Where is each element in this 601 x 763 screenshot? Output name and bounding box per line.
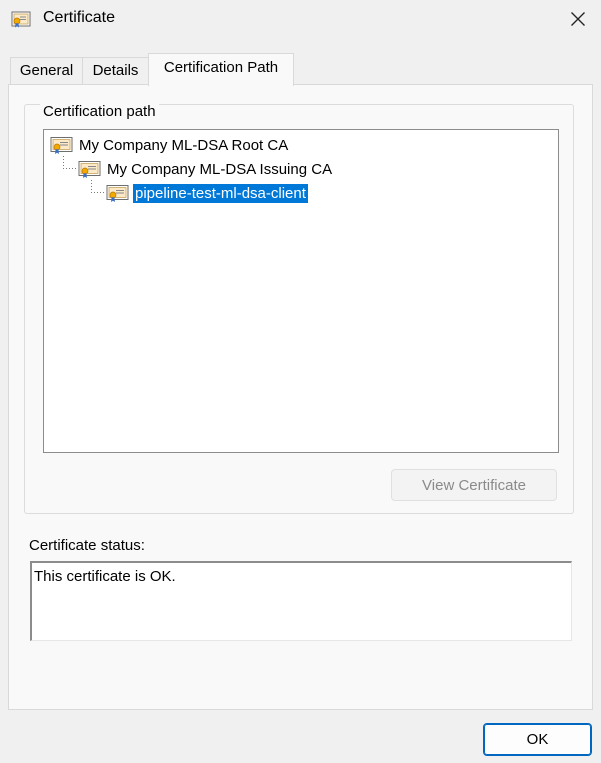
tree-node-label: My Company ML-DSA Root CA — [79, 136, 289, 154]
certificate-icon — [11, 11, 31, 28]
window-title: Certificate — [43, 9, 116, 26]
tree-node-label-selected: pipeline-test-ml-dsa-client — [133, 183, 308, 203]
certificate-status-box: This certificate is OK. — [30, 561, 572, 641]
tree-node-issuing-ca[interactable]: My Company ML-DSA Issuing CA — [78, 158, 334, 180]
tree-node-client-cert[interactable]: pipeline-test-ml-dsa-client — [106, 182, 308, 204]
certification-path-group-label: Certification path — [40, 103, 159, 120]
certificate-status-label: Certificate status: — [29, 537, 145, 554]
tree-node-root-ca[interactable]: My Company ML-DSA Root CA — [50, 134, 290, 156]
view-certificate-button[interactable]: View Certificate — [391, 469, 557, 501]
certificate-status-text: This certificate is OK. — [34, 568, 176, 585]
close-button[interactable] — [555, 0, 601, 38]
ok-button[interactable]: OK — [483, 723, 592, 756]
close-icon — [571, 12, 585, 26]
tab-details[interactable]: Details — [82, 57, 149, 85]
certificate-icon — [50, 136, 73, 154]
tree-node-label: My Company ML-DSA Issuing CA — [107, 160, 333, 178]
certificate-icon — [106, 184, 129, 202]
certification-path-tree[interactable]: My Company ML-DSA Root CA My Company ML-… — [43, 129, 559, 453]
tab-general[interactable]: General — [10, 57, 83, 85]
certificate-icon — [78, 160, 101, 178]
tab-certification-path[interactable]: Certification Path — [148, 53, 294, 86]
title-bar: Certificate — [0, 0, 601, 40]
